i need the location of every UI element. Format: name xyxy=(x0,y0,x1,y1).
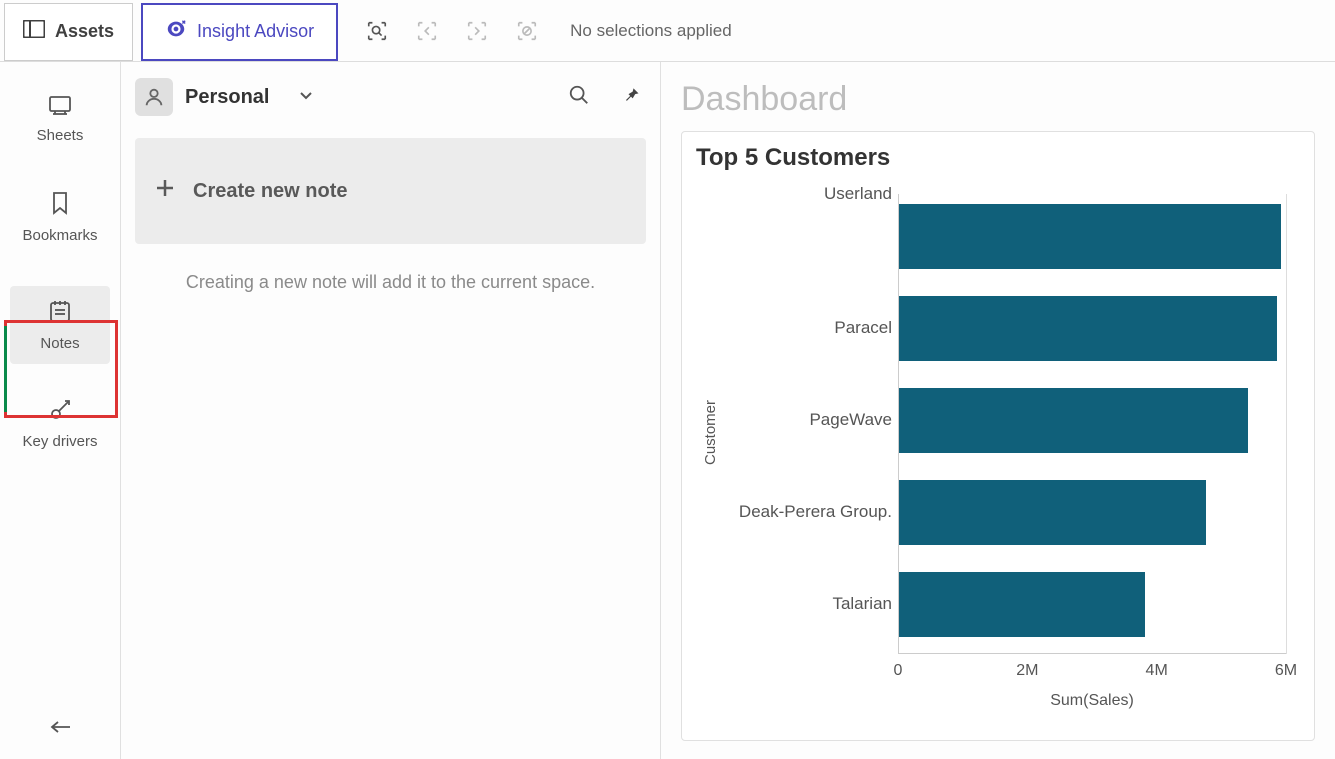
notes-icon xyxy=(49,299,71,327)
rail-item-label: Notes xyxy=(40,335,79,352)
rail-item-notes[interactable]: Notes xyxy=(10,286,110,364)
search-icon xyxy=(568,84,590,111)
search-notes-button[interactable] xyxy=(564,82,594,112)
pin-icon xyxy=(621,85,641,110)
assets-label: Assets xyxy=(55,21,114,42)
insight-advisor-button[interactable]: Insight Advisor xyxy=(141,3,338,61)
dashboard-panel: Dashboard Top 5 Customers Customer Parac… xyxy=(661,62,1335,759)
rail-item-key-drivers[interactable]: Key drivers xyxy=(10,384,110,462)
assets-button[interactable]: Assets xyxy=(4,3,133,61)
x-axis-label: Sum(Sales) xyxy=(1050,692,1134,710)
top-toolbar: Assets Insight Advisor No selections app… xyxy=(0,0,1335,62)
category-label: Userland xyxy=(702,184,892,204)
chart-area: Customer Paracel PageWave Deak-Perera Gr… xyxy=(696,184,1300,714)
category-label: PageWave xyxy=(702,410,892,430)
plus-icon xyxy=(155,178,175,204)
selection-toolbar: No selections applied xyxy=(362,16,732,46)
bar[interactable] xyxy=(899,204,1281,269)
rail-item-label: Sheets xyxy=(37,127,84,144)
rail-item-label: Key drivers xyxy=(22,433,97,450)
bar[interactable] xyxy=(899,296,1277,361)
category-label: Deak-Perera Group. xyxy=(702,502,892,522)
chart-title: Top 5 Customers xyxy=(696,144,1300,172)
rail-item-bookmarks[interactable]: Bookmarks xyxy=(10,178,110,256)
chart-card[interactable]: Top 5 Customers Customer Paracel PageWav… xyxy=(681,131,1315,741)
x-tick: 4M xyxy=(1146,662,1168,680)
left-rail: Sheets Bookmarks Notes Key drivers xyxy=(0,62,121,759)
step-forward-icon[interactable] xyxy=(462,16,492,46)
category-label: Paracel xyxy=(702,318,892,338)
no-selections-text: No selections applied xyxy=(570,21,732,41)
insight-label: Insight Advisor xyxy=(197,21,314,42)
insight-icon xyxy=(165,18,187,45)
dashboard-title: Dashboard xyxy=(681,80,1315,119)
gridline xyxy=(1286,194,1287,654)
panel-icon xyxy=(23,20,45,43)
notes-hint-text: Creating a new note will add it to the c… xyxy=(135,272,646,293)
smart-search-icon[interactable] xyxy=(362,16,392,46)
bar[interactable] xyxy=(899,388,1248,453)
rail-item-label: Bookmarks xyxy=(22,227,97,244)
bar[interactable] xyxy=(899,572,1145,637)
notes-panel-header: Personal xyxy=(135,78,646,116)
create-note-button[interactable]: Create new note xyxy=(135,138,646,244)
sheets-icon xyxy=(48,95,72,119)
scope-dropdown[interactable] xyxy=(299,88,313,106)
rail-item-sheets[interactable]: Sheets xyxy=(10,80,110,158)
bar[interactable] xyxy=(899,480,1206,545)
category-label: Talarian xyxy=(702,594,892,614)
collapse-rail-button[interactable] xyxy=(48,718,72,741)
notes-panel: Personal Create new note Creating a xyxy=(121,62,661,759)
x-tick: 6M xyxy=(1275,662,1297,680)
bars-zone xyxy=(898,194,1286,654)
active-indicator xyxy=(4,326,7,412)
pin-notes-button[interactable] xyxy=(616,82,646,112)
clear-selections-icon[interactable] xyxy=(512,16,542,46)
x-tick: 0 xyxy=(894,662,903,680)
person-icon xyxy=(135,78,173,116)
step-back-icon[interactable] xyxy=(412,16,442,46)
create-note-label: Create new note xyxy=(193,180,347,203)
key-drivers-icon xyxy=(49,397,71,425)
bookmark-icon xyxy=(51,191,69,219)
x-tick: 2M xyxy=(1016,662,1038,680)
scope-label: Personal xyxy=(185,86,269,109)
